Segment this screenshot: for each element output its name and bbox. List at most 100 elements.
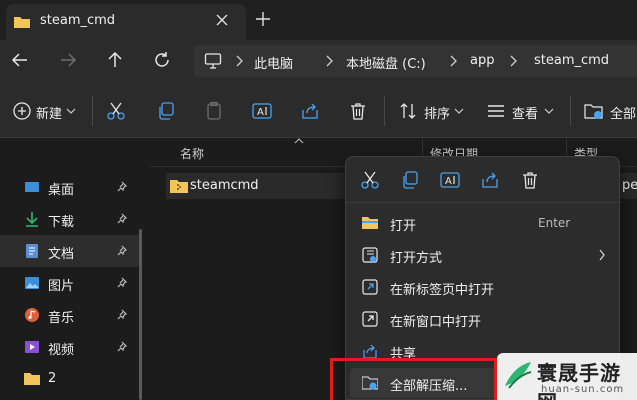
copy-icon[interactable] bbox=[156, 100, 176, 122]
sidebar-item-label: 视频 bbox=[48, 343, 75, 358]
chevron-right-icon bbox=[510, 55, 517, 67]
sidebar-item-label: 图片 bbox=[48, 279, 75, 294]
sidebar-item-downloads[interactable]: 下载 bbox=[0, 203, 142, 235]
plus-icon[interactable] bbox=[254, 10, 272, 28]
menu-item-shortcut: Enter bbox=[538, 216, 571, 230]
pin-icon[interactable] bbox=[116, 245, 128, 257]
breadcrumb-steam-cmd[interactable]: steam_cmd bbox=[534, 53, 609, 68]
sidebar-item-label: 音乐 bbox=[48, 311, 75, 326]
extract-icon[interactable] bbox=[584, 100, 604, 122]
breadcrumb-local-disk[interactable]: 本地磁盘 (C:) bbox=[346, 53, 426, 72]
desktop-icon bbox=[25, 182, 39, 192]
svg-text:A: A bbox=[445, 176, 452, 187]
view-icon[interactable] bbox=[486, 100, 506, 122]
menu-item-open-new-tab[interactable]: 在新标签页中打开 bbox=[350, 272, 616, 302]
menu-item-label: 打开方式 bbox=[390, 251, 443, 266]
music-icon bbox=[25, 308, 39, 322]
close-icon[interactable] bbox=[212, 10, 232, 30]
sidebar-scrollbar[interactable] bbox=[139, 229, 142, 400]
new-icon[interactable] bbox=[12, 100, 32, 122]
file-name: steamcmd bbox=[190, 178, 259, 193]
document-icon bbox=[26, 244, 38, 258]
chevron-right-icon bbox=[450, 55, 457, 67]
delete-icon[interactable] bbox=[348, 100, 368, 122]
sidebar-item-folder-2[interactable]: 2 bbox=[0, 363, 142, 395]
new-button[interactable]: 新建 bbox=[36, 103, 62, 122]
svg-text:A: A bbox=[257, 107, 264, 118]
command-bar: 新建 A 排序 查看 全部 bbox=[0, 82, 637, 138]
watermark-domain: huan-sun.com bbox=[541, 384, 625, 395]
arrow-left-icon[interactable] bbox=[10, 50, 30, 70]
chevron-down-icon bbox=[66, 108, 76, 114]
tab-bar: steam_cmd bbox=[0, 0, 637, 40]
paste-icon[interactable] bbox=[204, 100, 224, 122]
zip-folder-icon bbox=[170, 180, 188, 193]
chevron-right-icon bbox=[326, 55, 333, 67]
rename-icon[interactable]: A bbox=[252, 100, 272, 122]
tab-title: steam_cmd bbox=[40, 13, 116, 28]
breadcrumb-app[interactable]: app bbox=[470, 53, 494, 68]
breadcrumb-this-pc[interactable]: 此电脑 bbox=[254, 53, 293, 72]
sidebar-item-desktop[interactable]: 桌面 bbox=[0, 171, 142, 203]
highlight-box bbox=[330, 358, 497, 400]
sort-icon[interactable] bbox=[398, 100, 418, 122]
folder-open-icon bbox=[362, 217, 378, 229]
pin-icon[interactable] bbox=[116, 213, 128, 225]
sort-button[interactable]: 排序 bbox=[424, 103, 450, 122]
copy-icon[interactable] bbox=[400, 170, 420, 190]
address-bar[interactable]: 此电脑 本地磁盘 (C:) app steam_cmd bbox=[194, 45, 637, 77]
watermark: 寰晟手游网 huan-sun.com bbox=[497, 353, 637, 400]
toolbar-divider bbox=[384, 96, 385, 126]
toolbar-divider bbox=[92, 96, 93, 126]
navigation-bar: 此电脑 本地磁盘 (C:) app steam_cmd bbox=[0, 40, 637, 82]
cut-icon[interactable] bbox=[106, 100, 126, 122]
arrow-right-icon[interactable] bbox=[58, 50, 78, 70]
chevron-right-icon bbox=[599, 249, 605, 261]
sidebar-item-documents[interactable]: 文档 bbox=[0, 235, 142, 267]
sidebar-item-label: 桌面 bbox=[48, 183, 75, 198]
menu-item-open-new-window[interactable]: 在新窗口中打开 bbox=[350, 304, 616, 334]
open-with-icon bbox=[362, 247, 378, 263]
refresh-icon[interactable] bbox=[152, 50, 172, 70]
chevron-down-icon bbox=[454, 108, 464, 114]
sidebar-item-music[interactable]: 音乐 bbox=[0, 299, 142, 331]
menu-item-label: 在新标签页中打开 bbox=[390, 283, 495, 298]
new-window-icon bbox=[362, 311, 378, 327]
folder-icon bbox=[14, 17, 30, 28]
chevron-right-icon bbox=[236, 55, 243, 67]
cut-icon[interactable] bbox=[360, 170, 380, 190]
rename-icon[interactable]: A bbox=[440, 170, 460, 190]
share-icon bbox=[363, 344, 377, 359]
pin-icon[interactable] bbox=[116, 341, 128, 353]
folder-icon bbox=[24, 373, 40, 385]
sidebar-item-label: 2 bbox=[48, 371, 57, 386]
sidebar-item-videos[interactable]: 视频 bbox=[0, 331, 142, 363]
context-menu-quick-actions: A bbox=[346, 157, 621, 203]
toolbar-divider bbox=[570, 96, 571, 126]
pin-icon[interactable] bbox=[116, 309, 128, 321]
new-tab-icon bbox=[362, 279, 378, 295]
chevron-down-icon bbox=[544, 108, 554, 114]
column-name[interactable]: 名称 bbox=[180, 145, 204, 162]
share-icon[interactable] bbox=[300, 100, 320, 122]
navigation-pane: 桌面 下载 文档 图片 音乐 视频 2 bbox=[0, 139, 142, 400]
menu-item-open[interactable]: 打开 Enter bbox=[350, 208, 616, 238]
picture-icon bbox=[25, 277, 39, 289]
menu-item-open-with[interactable]: 打开方式 bbox=[350, 240, 616, 270]
video-icon bbox=[25, 341, 39, 353]
share-icon[interactable] bbox=[480, 170, 500, 190]
tab-steam-cmd[interactable]: steam_cmd bbox=[6, 4, 246, 40]
delete-icon[interactable] bbox=[520, 170, 540, 190]
menu-item-label: 在新窗口中打开 bbox=[390, 315, 482, 330]
arrow-up-icon[interactable] bbox=[105, 50, 125, 70]
download-icon bbox=[26, 212, 38, 227]
extract-all-button[interactable]: 全部 bbox=[610, 103, 636, 122]
watermark-logo-icon bbox=[505, 362, 532, 389]
sidebar-item-label: 下载 bbox=[48, 215, 75, 230]
sidebar-item-pictures[interactable]: 图片 bbox=[0, 267, 142, 299]
monitor-icon bbox=[204, 53, 222, 69]
view-button[interactable]: 查看 bbox=[512, 103, 538, 122]
pin-icon[interactable] bbox=[116, 277, 128, 289]
sidebar-item-label: 文档 bbox=[48, 247, 75, 262]
pin-icon[interactable] bbox=[116, 181, 128, 193]
